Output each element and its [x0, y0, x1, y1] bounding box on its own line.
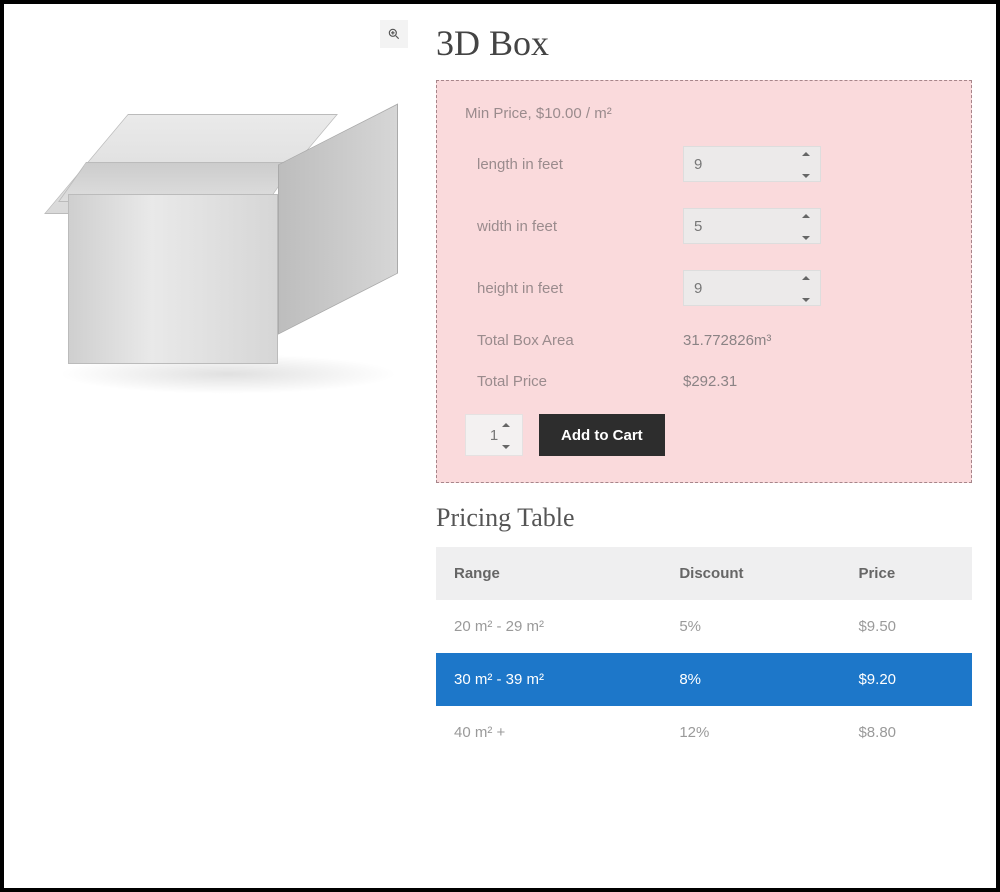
cell-price: $8.80: [840, 706, 972, 759]
width-step-up-icon[interactable]: [802, 214, 810, 218]
quantity-value: 1: [490, 427, 498, 444]
height-value: 9: [694, 280, 702, 297]
length-step-down-icon[interactable]: [802, 174, 810, 178]
cell-range: 20 m² - 29 m²: [436, 600, 661, 653]
total-area-value: 31.772826m³: [683, 332, 771, 349]
length-step-up-icon[interactable]: [802, 152, 810, 156]
height-label: height in feet: [477, 280, 683, 297]
length-input[interactable]: 9: [683, 146, 821, 182]
table-row: 20 m² - 29 m²5%$9.50: [436, 600, 972, 653]
height-step-down-icon[interactable]: [802, 298, 810, 302]
qty-step-up-icon[interactable]: [502, 423, 510, 427]
cell-range: 30 m² - 39 m²: [436, 653, 661, 706]
col-price: Price: [840, 547, 972, 600]
configurator-panel: Min Price, $10.00 / m² length in feet 9 …: [436, 80, 972, 483]
pricing-table-title: Pricing Table: [436, 503, 972, 533]
cell-price: $9.50: [840, 600, 972, 653]
table-row: 30 m² - 39 m²8%$9.20: [436, 653, 972, 706]
cell-discount: 5%: [661, 600, 840, 653]
product-image[interactable]: [28, 54, 388, 384]
pricing-table: Range Discount Price 20 m² - 29 m²5%$9.5…: [436, 547, 972, 759]
quantity-input[interactable]: 1: [465, 414, 523, 456]
cell-price: $9.20: [840, 653, 972, 706]
width-value: 5: [694, 218, 702, 235]
height-step-up-icon[interactable]: [802, 276, 810, 280]
table-row: 40 m² +12%$8.80: [436, 706, 972, 759]
width-label: width in feet: [477, 218, 683, 235]
total-price-label: Total Price: [477, 373, 683, 390]
zoom-button[interactable]: [380, 20, 408, 48]
product-title: 3D Box: [436, 22, 972, 64]
cell-discount: 12%: [661, 706, 840, 759]
cell-discount: 8%: [661, 653, 840, 706]
min-price-label: Min Price, $10.00 / m²: [465, 105, 943, 122]
width-input[interactable]: 5: [683, 208, 821, 244]
width-step-down-icon[interactable]: [802, 236, 810, 240]
total-price-value: $292.31: [683, 373, 737, 390]
magnifier-plus-icon: [387, 27, 401, 41]
cell-range: 40 m² +: [436, 706, 661, 759]
col-discount: Discount: [661, 547, 840, 600]
height-input[interactable]: 9: [683, 270, 821, 306]
qty-step-down-icon[interactable]: [502, 445, 510, 449]
length-value: 9: [694, 156, 702, 173]
add-to-cart-button[interactable]: Add to Cart: [539, 414, 665, 456]
total-area-label: Total Box Area: [477, 332, 683, 349]
col-range: Range: [436, 547, 661, 600]
length-label: length in feet: [477, 156, 683, 173]
